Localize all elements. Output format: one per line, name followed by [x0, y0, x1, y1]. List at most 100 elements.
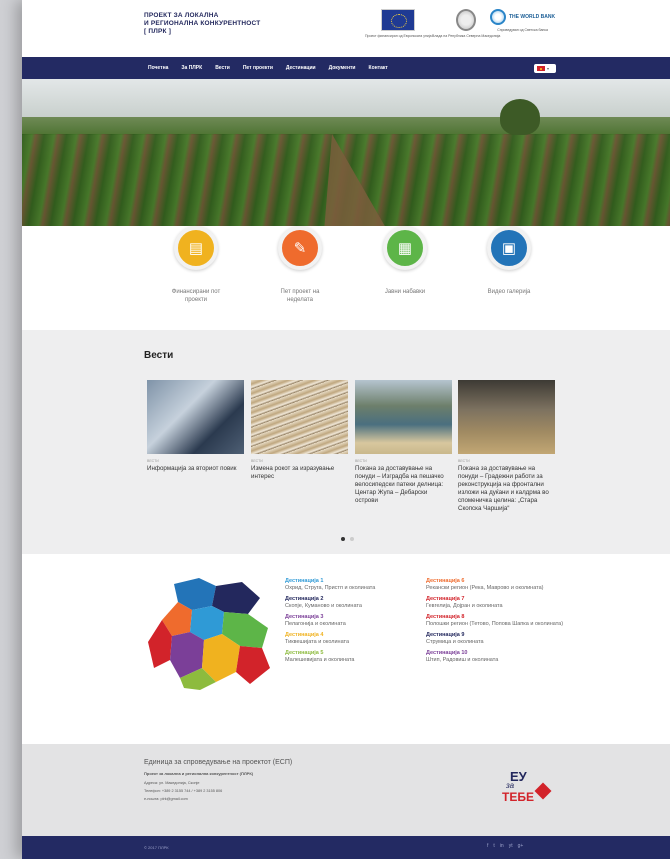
destination-item[interactable]: Дестинација 5 Малешевијата и околината	[285, 650, 425, 664]
news-card[interactable]: вести Покана за доставување на понуди – …	[355, 380, 452, 505]
logo-line: [ ПЛРК ]	[144, 28, 172, 35]
footer-email[interactable]: e-пошта: plrk@gmail.com	[144, 797, 188, 801]
destination-item[interactable]: Дестинација 1 Охрид, Струга, Пристп и ок…	[285, 578, 425, 592]
world-bank-name: THE WORLD BANK	[509, 13, 556, 20]
destination-name[interactable]: Дестинација 6	[426, 578, 566, 585]
destination-name[interactable]: Дестинација 1	[285, 578, 425, 585]
destination-name[interactable]: Дестинација 3	[285, 614, 425, 621]
destination-item[interactable]: Дестинација 2 Скопје, Куманово и околина…	[285, 596, 425, 610]
destination-desc: Тиквешијата и околината	[285, 639, 350, 645]
document-icon: ▤	[174, 226, 218, 270]
news-image	[355, 380, 452, 454]
tile-label: Јавни набавки	[384, 289, 426, 295]
tile-label: Видео галерија	[487, 289, 531, 295]
tile-video-gallery[interactable]: ▣ Видео галерија	[459, 226, 559, 296]
nav-item-contact[interactable]: Контакт	[369, 65, 388, 71]
partner-caption: Спроведуван од Светска банка	[497, 28, 548, 32]
destination-item[interactable]: Дестинација 4 Тиквешијата и околината	[285, 632, 425, 646]
tile-label: Пет проект на неделата	[280, 289, 320, 303]
destinations-list-left: Дестинација 1 Охрид, Струга, Пристп и ок…	[285, 578, 425, 668]
map-region[interactable]	[190, 606, 224, 640]
linkedin-icon[interactable]: in	[500, 843, 504, 849]
twitter-icon[interactable]: t	[493, 843, 494, 849]
world-bank-logo: THE WORLD BANK	[490, 9, 555, 25]
chevron-down-icon: ▾	[547, 66, 550, 71]
destination-name[interactable]: Дестинација 2	[285, 596, 425, 603]
nav-item-documents[interactable]: Документи	[329, 65, 356, 71]
news-title[interactable]: Покана за доставување на понуди – Изград…	[355, 465, 452, 505]
destination-item[interactable]: Дестинација 10 Штип, Радовиш и околината	[426, 650, 566, 664]
nav-item-destinations[interactable]: Дестинации	[286, 65, 316, 71]
destination-name[interactable]: Дестинација 4	[285, 632, 425, 639]
carousel-pagination	[341, 537, 354, 541]
partner-caption: Влада на Република Северна Македонија	[432, 34, 501, 38]
site-header: ПРОЕКТ ЗА ЛОКАЛНА И РЕГИОНАЛНА КОНКУРЕНТ…	[22, 0, 670, 57]
logo-line: за	[506, 781, 515, 790]
background: ПРОЕКТ ЗА ЛОКАЛНА И РЕГИОНАЛНА КОНКУРЕНТ…	[0, 0, 670, 859]
logo-line: ПРОЕКТ ЗА ЛОКАЛНА	[144, 12, 219, 19]
nav-item-home[interactable]: Почетна	[148, 65, 168, 71]
partner-caption: Проект финансиран од Европската унија	[365, 34, 432, 38]
destination-item[interactable]: Дестинација 8 Полошки регион (Тетово, По…	[426, 614, 566, 628]
google-plus-icon[interactable]: g+	[518, 843, 524, 849]
partner-world-bank[interactable]: THE WORLD BANK Спроведуван од Светска ба…	[490, 9, 555, 32]
news-image	[251, 380, 348, 454]
government-seal-icon	[456, 9, 477, 31]
destination-name[interactable]: Дестинација 5	[285, 650, 425, 657]
news-section: Вести вести Информација за вториот повик…	[22, 330, 670, 554]
site-logo[interactable]: ПРОЕКТ ЗА ЛОКАЛНА И РЕГИОНАЛНА КОНКУРЕНТ…	[144, 12, 260, 36]
footer-subtitle: Проект за локална и регионална конкурент…	[144, 771, 254, 776]
burst-icon	[534, 782, 552, 800]
language-selector[interactable]: ▾	[534, 64, 556, 73]
destination-item[interactable]: Дестинација 3 Пелагонија и околината	[285, 614, 425, 628]
destination-name[interactable]: Дестинација 7	[426, 596, 566, 603]
news-card[interactable]: вести Информација за вториот повик	[147, 380, 244, 473]
destination-name[interactable]: Дестинација 8	[426, 614, 566, 621]
news-title[interactable]: Измена рокот за изразување интерес	[251, 465, 348, 481]
news-image	[147, 380, 244, 454]
map-region[interactable]	[212, 582, 260, 614]
news-card[interactable]: вести Измена рокот за изразување интерес	[251, 380, 348, 481]
youtube-icon[interactable]: yt	[509, 843, 513, 849]
destination-name[interactable]: Дестинација 10	[426, 650, 566, 657]
bottom-bar: © 2017 ПЛРК f t in yt g+	[22, 836, 670, 859]
destination-item[interactable]: Дестинација 9 Струмица и околината	[426, 632, 566, 646]
tile-project-of-week[interactable]: ✎ Пет проект на неделата	[250, 226, 350, 304]
destination-desc: Пелагонија и околината	[285, 621, 346, 627]
tile-procurement[interactable]: ▦ Јавни набавки	[355, 226, 455, 296]
map-region[interactable]	[236, 646, 270, 684]
tree	[500, 99, 540, 135]
facebook-icon[interactable]: f	[487, 843, 488, 849]
destinations-list-right: Дестинација 6 Рекански регион (Река, Мав…	[426, 578, 566, 668]
nav-item-news[interactable]: Вести	[215, 65, 230, 71]
news-card[interactable]: вести Покана за доставување на понуди – …	[458, 380, 555, 513]
destination-item[interactable]: Дестинација 7 Гевгелија, Дојран и околин…	[426, 596, 566, 610]
destination-desc: Охрид, Струга, Пристп и околината	[285, 585, 376, 591]
site-footer: Единица за спроведување на проектот (ЕСП…	[22, 744, 670, 836]
news-title[interactable]: Покана за доставување на понуди – Градеж…	[458, 465, 555, 513]
destination-desc: Рекански регион (Река, Маврово и околина…	[426, 585, 544, 591]
destinations-map[interactable]	[144, 576, 274, 691]
destination-name[interactable]: Дестинација 9	[426, 632, 566, 639]
eu-za-tebe-logo[interactable]: ЕУ за ТЕБЕ	[502, 769, 552, 811]
carousel-dot[interactable]	[350, 537, 354, 541]
video-icon: ▣	[487, 226, 531, 270]
macedonia-flag-icon	[537, 66, 545, 71]
footer-title: Единица за спроведување на проектот (ЕСП…	[144, 759, 293, 766]
destinations-section: Дестинација 1 Охрид, Струга, Пристп и ок…	[22, 554, 670, 744]
news-title[interactable]: Информација за вториот повик	[147, 465, 244, 473]
logo-line: ТЕБЕ	[502, 790, 534, 804]
eu-flag-icon	[381, 9, 416, 31]
carousel-dot[interactable]	[341, 537, 345, 541]
footer-phone: Телефон: +389 2 3155 744 / +389 2 3155 8…	[144, 789, 223, 793]
world-bank-icon	[490, 9, 506, 25]
copyright: © 2017 ПЛРК	[144, 845, 169, 850]
tile-label: Финансирани пот проекти	[171, 289, 221, 303]
building-icon: ▦	[383, 226, 427, 270]
logo-line: И РЕГИОНАЛНА КОНКУРЕНТНОСТ	[144, 20, 261, 27]
nav-item-about[interactable]: За ПЛРК	[181, 65, 202, 71]
partner-eu[interactable]: Проект финансиран од Европската унија	[365, 9, 432, 38]
nav-item-projects[interactable]: Пет проекти	[243, 65, 273, 71]
tile-funded-projects[interactable]: ▤ Финансирани пот проекти	[146, 226, 246, 304]
destination-item[interactable]: Дестинација 6 Рекански регион (Река, Мав…	[426, 578, 566, 592]
